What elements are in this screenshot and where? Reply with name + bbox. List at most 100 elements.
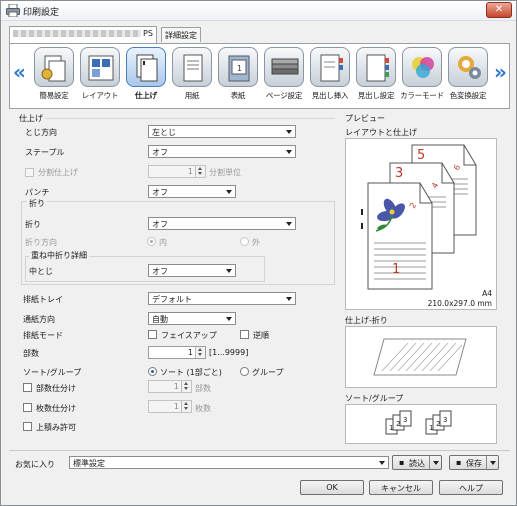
fold-direction-inside-label: 内 bbox=[159, 238, 167, 247]
layout-preview-title: レイアウトと仕上げ bbox=[345, 128, 417, 137]
fold-direction-outside-label: 外 bbox=[252, 238, 260, 247]
printer-name-redacted bbox=[13, 30, 141, 37]
feature-label: 見出し挿入 bbox=[311, 91, 349, 100]
split-finish-checkbox[interactable] bbox=[25, 168, 34, 177]
finished-pages-illustration: 5 6 3 4 1 2 bbox=[361, 144, 477, 290]
feature-paper[interactable]: 用紙 bbox=[168, 47, 216, 105]
stepper-arrows-icon bbox=[195, 347, 205, 358]
feature-label: 簡易設定 bbox=[39, 91, 69, 100]
sheet-split-label: 枚数仕分け bbox=[36, 404, 76, 413]
fold-direction-inside-radio[interactable] bbox=[147, 237, 156, 246]
bullet-icon: ▪ bbox=[456, 458, 462, 467]
set-split-checkbox[interactable] bbox=[23, 383, 32, 392]
quick-setup-icon bbox=[34, 47, 74, 87]
favorites-label: お気に入り bbox=[15, 460, 55, 469]
sort-label: ソート (1部ごと) bbox=[160, 368, 222, 377]
split-unit-label: 分割単位 bbox=[209, 168, 241, 177]
cancel-button[interactable]: キャンセル bbox=[369, 480, 433, 495]
favorites-select[interactable]: 標準設定 bbox=[69, 456, 389, 469]
divider bbox=[45, 118, 335, 119]
feature-quick-setup[interactable]: 簡易設定 bbox=[30, 47, 78, 105]
tab-detail-settings[interactable]: 詳細設定 bbox=[161, 27, 201, 42]
binding-label: とじ方向 bbox=[25, 128, 57, 137]
fold-label: 折り bbox=[25, 220, 41, 229]
load-label: 読込 bbox=[409, 459, 425, 468]
sheet-split-unit: 枚数 bbox=[195, 404, 211, 413]
color-mode-icon bbox=[402, 47, 442, 87]
finishing-icon bbox=[126, 47, 166, 87]
saddle-label: 中とじ bbox=[29, 267, 53, 276]
feature-tab-insert[interactable]: 見出し挿入 bbox=[306, 47, 354, 105]
output-tray-value: デフォルト bbox=[152, 295, 192, 304]
load-button[interactable]: ▪ 読込 bbox=[392, 455, 442, 470]
chevron-down-icon bbox=[286, 150, 292, 154]
svg-text:3: 3 bbox=[403, 416, 407, 424]
stack-allow-label: 上積み許可 bbox=[36, 423, 76, 432]
staple-select[interactable]: オフ bbox=[148, 145, 296, 158]
sheet-split-stepper[interactable]: 1 bbox=[148, 400, 192, 413]
saddle-select[interactable]: オフ bbox=[148, 264, 236, 277]
feature-finishing[interactable]: 仕上げ bbox=[122, 47, 170, 105]
chevron-down-icon bbox=[226, 269, 232, 273]
fold-preview-title: 仕上げ-折り bbox=[345, 316, 388, 325]
title-bar: 印刷設定 ✕ bbox=[1, 1, 516, 21]
copies-label: 部数 bbox=[23, 349, 39, 358]
fold-select[interactable]: オフ bbox=[148, 217, 296, 230]
save-button[interactable]: ▪ 保存 bbox=[449, 455, 499, 470]
eject-mode-label: 排紙モード bbox=[23, 331, 63, 340]
reverse-order-label: 逆順 bbox=[253, 331, 269, 340]
punch-value: オフ bbox=[152, 188, 168, 197]
punch-select[interactable]: オフ bbox=[148, 185, 236, 198]
copies-stepper[interactable]: 1 bbox=[148, 346, 206, 359]
chevron-down-icon bbox=[286, 222, 292, 226]
sort-group-label: ソート/グループ bbox=[23, 368, 82, 377]
feature-page-setup[interactable]: ページ設定 bbox=[260, 47, 308, 105]
feature-color-conversion[interactable]: 色変換設定 bbox=[444, 47, 492, 105]
feature-cover[interactable]: 1 表紙 bbox=[214, 47, 262, 105]
chevron-down-icon bbox=[226, 190, 232, 194]
reverse-order-checkbox[interactable] bbox=[240, 330, 249, 339]
tab-printer[interactable]: PS bbox=[9, 26, 157, 43]
binding-select[interactable]: 左とじ bbox=[148, 125, 296, 138]
output-tray-label: 排紙トレイ bbox=[23, 295, 63, 304]
scroll-right-icon[interactable]: » bbox=[494, 60, 507, 84]
tab-printer-suffix: PS bbox=[143, 29, 153, 38]
tab-setting-icon bbox=[356, 47, 396, 87]
output-tray-select[interactable]: デフォルト bbox=[148, 292, 296, 305]
feature-color-mode[interactable]: カラーモード bbox=[398, 47, 446, 105]
sheet-split-checkbox[interactable] bbox=[23, 403, 32, 412]
stepper-arrows-icon bbox=[195, 166, 205, 177]
page-sheet: 1 2 bbox=[367, 182, 433, 290]
ok-button[interactable]: OK bbox=[300, 480, 364, 495]
help-button[interactable]: ヘルプ bbox=[439, 480, 503, 495]
group-radio[interactable] bbox=[240, 367, 249, 376]
stack-allow-checkbox[interactable] bbox=[23, 422, 32, 431]
printer-icon bbox=[6, 4, 20, 17]
chevron-down-icon bbox=[379, 461, 385, 465]
close-button[interactable]: ✕ bbox=[486, 2, 512, 18]
set-split-value: 1 bbox=[173, 382, 179, 391]
sort-preview-box: 1 2 3 1 2 3 bbox=[345, 404, 497, 444]
preview-panel: プレビュー レイアウトと仕上げ 5 6 3 4 1 2 A4 210.0x297… bbox=[341, 111, 507, 446]
split-finish-label: 分割仕上げ bbox=[38, 168, 78, 177]
sheet-split-value: 1 bbox=[173, 402, 179, 411]
feature-tab-setting[interactable]: 見出し設定 bbox=[352, 47, 400, 105]
feed-direction-value: 自動 bbox=[152, 315, 168, 324]
sort-radio[interactable] bbox=[148, 367, 157, 376]
split-unit-value: 1 bbox=[187, 167, 193, 176]
fold-direction-outside-radio[interactable] bbox=[240, 237, 249, 246]
scroll-left-icon[interactable]: « bbox=[13, 60, 26, 84]
chevron-down-icon[interactable] bbox=[429, 456, 441, 469]
chevron-down-icon bbox=[226, 317, 232, 321]
group-label: グループ bbox=[252, 368, 284, 377]
paper-icon bbox=[172, 47, 212, 87]
feature-layout[interactable]: レイアウト bbox=[76, 47, 124, 105]
split-unit-stepper[interactable]: 1 bbox=[148, 165, 206, 178]
chevron-down-icon[interactable] bbox=[486, 456, 498, 469]
set-split-stepper[interactable]: 1 bbox=[148, 380, 192, 393]
feature-label: レイアウト bbox=[81, 91, 119, 100]
fold-value: オフ bbox=[152, 220, 168, 229]
stepper-arrows-icon bbox=[181, 381, 191, 392]
face-up-checkbox[interactable] bbox=[148, 330, 157, 339]
feed-direction-select[interactable]: 自動 bbox=[148, 312, 236, 325]
